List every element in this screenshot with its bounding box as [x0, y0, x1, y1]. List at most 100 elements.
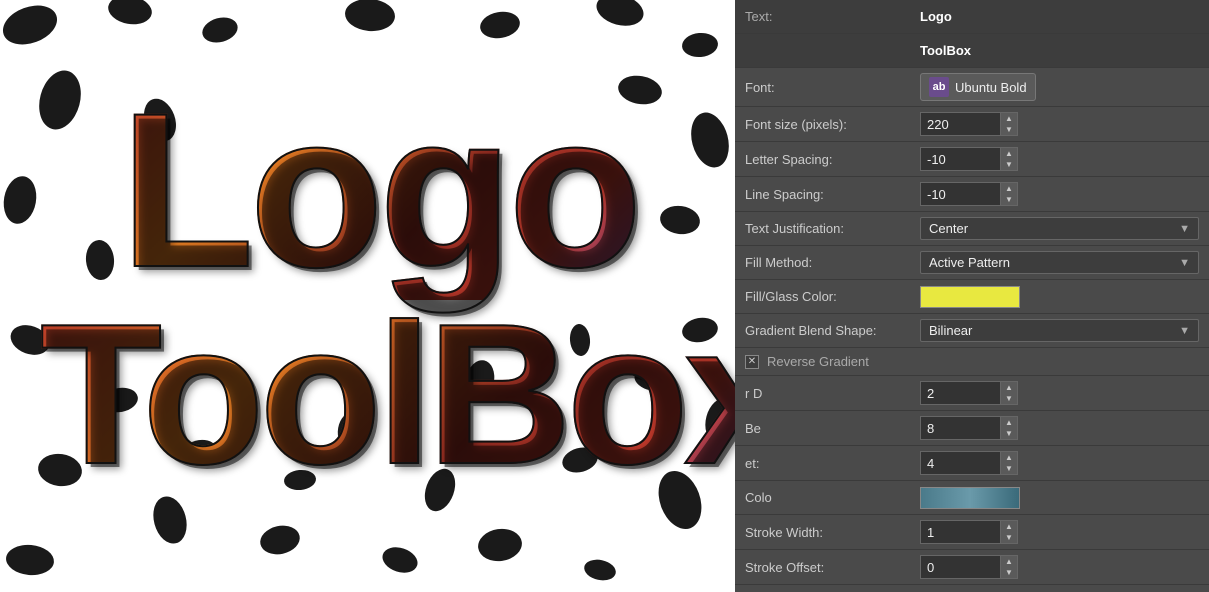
font-name: Ubuntu Bold: [955, 80, 1027, 95]
stroke-offset-input[interactable]: [920, 555, 1000, 579]
et-down[interactable]: ▼: [1001, 463, 1017, 474]
stroke-width-label: Stroke Width:: [745, 525, 920, 540]
stroke-width-row: Stroke Width: ▲ ▼: [735, 515, 1209, 550]
et-label: et:: [745, 456, 920, 471]
fill-method-dropdown[interactable]: Active Pattern ▼: [920, 251, 1199, 274]
et-row: et: ▲ ▼: [735, 446, 1209, 481]
stroke-width-up[interactable]: ▲: [1001, 521, 1017, 532]
font-size-down[interactable]: ▼: [1001, 124, 1017, 135]
line-spacing-spinbox: ▲ ▼: [920, 182, 1199, 206]
stroke-width-input[interactable]: [920, 520, 1000, 544]
gradient-blend-arrow: ▼: [1179, 325, 1190, 337]
stroke-offset-up[interactable]: ▲: [1001, 556, 1017, 567]
fill-method-label: Fill Method:: [745, 255, 920, 270]
stroke-width-arrows: ▲ ▼: [1000, 520, 1018, 544]
stroke-offset-down[interactable]: ▼: [1001, 567, 1017, 578]
stroke-offset-arrows: ▲ ▼: [1000, 555, 1018, 579]
gradient-blend-row: Gradient Blend Shape: Bilinear ▼: [735, 314, 1209, 348]
text-logo-row: Text: Logo: [735, 0, 1209, 34]
fill-method-row: Fill Method: Active Pattern ▼: [735, 246, 1209, 280]
gradient-blend-dropdown[interactable]: Bilinear ▼: [920, 319, 1199, 342]
font-size-label: Font size (pixels):: [745, 117, 920, 132]
reverse-gradient-row: ✕ Reverse Gradient: [735, 348, 1209, 376]
font-button[interactable]: ab Ubuntu Bold: [920, 73, 1036, 101]
r-d-spinbox: ▲ ▼: [920, 381, 1199, 405]
stroke-offset-spinbox: ▲ ▼: [920, 555, 1199, 579]
be-label: Be: [745, 421, 920, 436]
font-size-up[interactable]: ▲: [1001, 113, 1017, 124]
et-input[interactable]: [920, 451, 1000, 475]
letter-spacing-label: Letter Spacing:: [745, 152, 920, 167]
color-row: Colo: [735, 481, 1209, 515]
r-d-label: r D: [745, 386, 920, 401]
letter-spacing-down[interactable]: ▼: [1001, 159, 1017, 170]
fill-glass-swatch-container: [920, 286, 1199, 308]
be-arrows: ▲ ▼: [1000, 416, 1018, 440]
line-spacing-up[interactable]: ▲: [1001, 183, 1017, 194]
r-d-input[interactable]: [920, 381, 1000, 405]
line-spacing-arrows: ▲ ▼: [1000, 182, 1018, 206]
r-d-up[interactable]: ▲: [1001, 382, 1017, 393]
text-justification-row: Text Justification: Center ▼: [735, 212, 1209, 246]
text-logo-value: Logo: [920, 9, 1199, 24]
gradient-blend-dropdown-container: Bilinear ▼: [920, 319, 1199, 342]
font-size-row: Font size (pixels): ▲ ▼: [735, 107, 1209, 142]
et-spinbox: ▲ ▼: [920, 451, 1199, 475]
logo-line1: Logo: [120, 80, 638, 300]
logo-line2: ToolBox: [40, 295, 735, 495]
font-size-input[interactable]: [920, 112, 1000, 136]
fill-glass-color-row: Fill/Glass Color:: [735, 280, 1209, 314]
letter-spacing-arrows: ▲ ▼: [1000, 147, 1018, 171]
fill-method-value: Active Pattern: [929, 255, 1010, 270]
et-arrows: ▲ ▼: [1000, 451, 1018, 475]
col-color-swatch[interactable]: [920, 487, 1020, 509]
line-spacing-row: Line Spacing: ▲ ▼: [735, 177, 1209, 212]
font-label: Font:: [745, 80, 920, 95]
text-justification-value: Center: [929, 221, 968, 236]
fill-glass-color-swatch[interactable]: [920, 286, 1020, 308]
font-icon: ab: [929, 77, 949, 97]
letter-spacing-up[interactable]: ▲: [1001, 148, 1017, 159]
text-label: Text:: [745, 9, 920, 24]
font-value-container: ab Ubuntu Bold: [920, 73, 1199, 101]
gradient-blend-label: Gradient Blend Shape:: [745, 323, 920, 338]
font-size-arrows: ▲ ▼: [1000, 112, 1018, 136]
properties-panel: Text: Logo ToolBox Font: ab Ubuntu Bold …: [735, 0, 1209, 592]
text-justification-arrow: ▼: [1179, 223, 1190, 235]
line-spacing-down[interactable]: ▼: [1001, 194, 1017, 205]
stroke-offset-row: Stroke Offset: ▲ ▼: [735, 550, 1209, 585]
stroke-width-down[interactable]: ▼: [1001, 532, 1017, 543]
canvas-area: Logo ToolBox: [0, 0, 735, 592]
gradient-blend-value: Bilinear: [929, 323, 972, 338]
font-row: Font: ab Ubuntu Bold: [735, 68, 1209, 107]
fill-method-arrow: ▼: [1179, 257, 1190, 269]
reverse-gradient-label: Reverse Gradient: [767, 354, 869, 369]
be-up[interactable]: ▲: [1001, 417, 1017, 428]
fill-glass-label: Fill/Glass Color:: [745, 289, 920, 304]
letter-spacing-row: Letter Spacing: ▲ ▼: [735, 142, 1209, 177]
text-toolbox-value: ToolBox: [920, 43, 1199, 58]
reverse-gradient-checkbox[interactable]: ✕: [745, 355, 759, 369]
be-row: Be ▲ ▼: [735, 411, 1209, 446]
text-justification-dropdown[interactable]: Center ▼: [920, 217, 1199, 240]
be-input[interactable]: [920, 416, 1000, 440]
stroke-offset-label: Stroke Offset:: [745, 560, 920, 575]
line-spacing-label: Line Spacing:: [745, 187, 920, 202]
r-d-row: r D ▲ ▼: [735, 376, 1209, 411]
stroke-width-spinbox: ▲ ▼: [920, 520, 1199, 544]
letter-spacing-input[interactable]: [920, 147, 1000, 171]
col-label: Colo: [745, 490, 920, 505]
text-toolbox-row: ToolBox: [735, 34, 1209, 68]
et-up[interactable]: ▲: [1001, 452, 1017, 463]
be-down[interactable]: ▼: [1001, 428, 1017, 439]
col-swatch-container: [920, 487, 1199, 509]
text-justification-dropdown-container: Center ▼: [920, 217, 1199, 240]
r-d-down[interactable]: ▼: [1001, 393, 1017, 404]
text-justification-label: Text Justification:: [745, 221, 920, 236]
letter-spacing-spinbox: ▲ ▼: [920, 147, 1199, 171]
line-spacing-input[interactable]: [920, 182, 1000, 206]
r-d-arrows: ▲ ▼: [1000, 381, 1018, 405]
font-size-spinbox: ▲ ▼: [920, 112, 1199, 136]
fill-method-dropdown-container: Active Pattern ▼: [920, 251, 1199, 274]
be-spinbox: ▲ ▼: [920, 416, 1199, 440]
